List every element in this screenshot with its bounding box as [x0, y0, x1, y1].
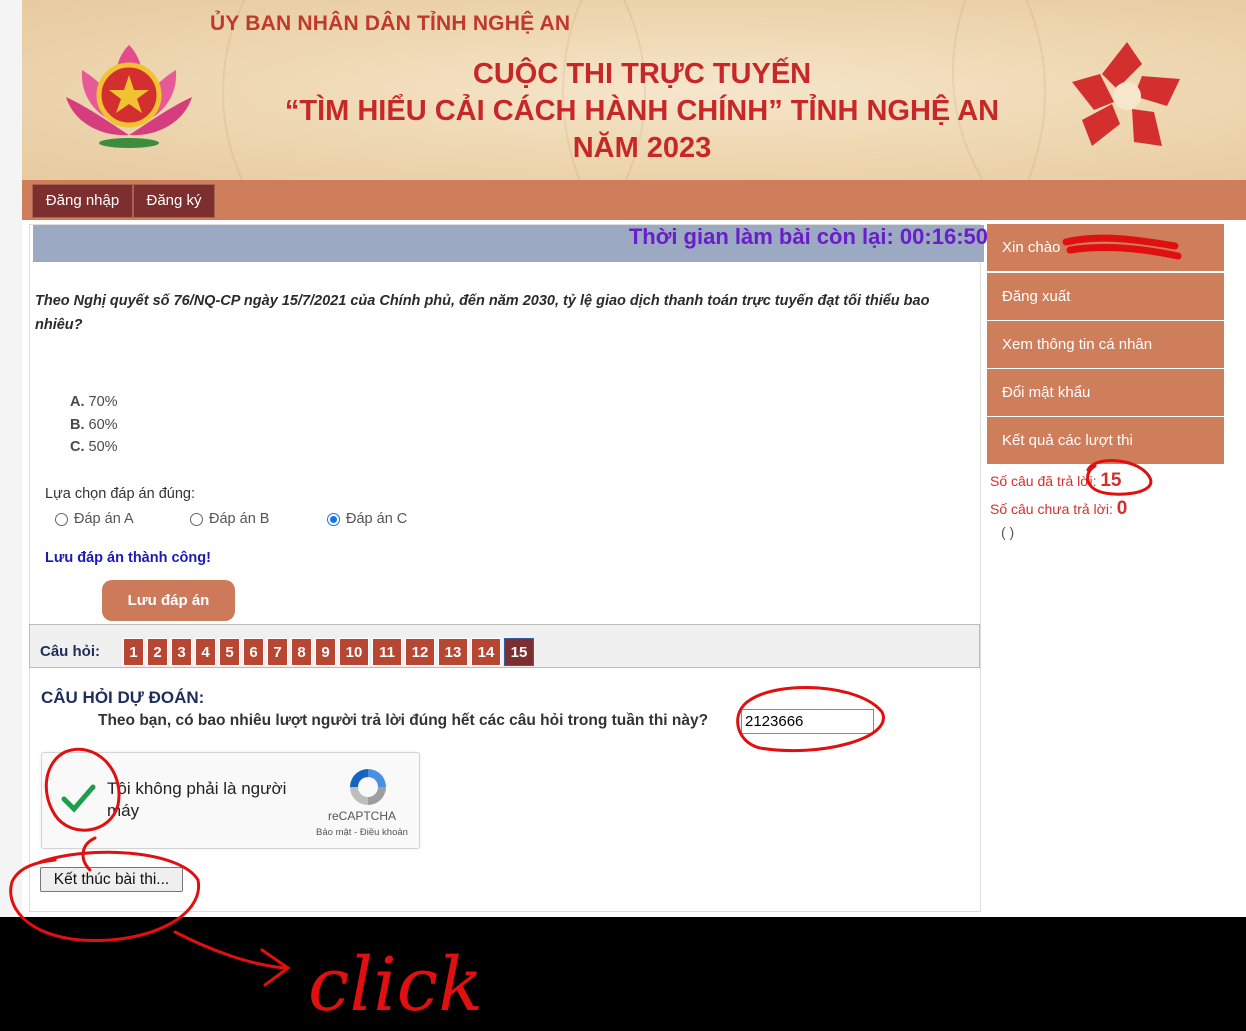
question-number-12[interactable]: 12: [405, 638, 435, 666]
radio-button-selected[interactable]: [327, 512, 340, 526]
question-number-8[interactable]: 8: [291, 638, 312, 666]
radio-answer-c[interactable]: Đáp án C: [327, 511, 407, 527]
question-number-3[interactable]: 3: [171, 638, 192, 666]
question-number-1[interactable]: 1: [123, 638, 144, 666]
greeting-text: Xin chào: [1002, 239, 1061, 256]
left-margin: [0, 0, 22, 917]
option-key: B.: [70, 417, 85, 433]
unanswered-label: Số câu chưa trả lời:: [990, 501, 1113, 517]
option-value: 60%: [88, 417, 118, 433]
question-number-2[interactable]: 2: [147, 638, 168, 666]
radio-label: Đáp án C: [346, 511, 408, 527]
option-key: A.: [70, 394, 85, 410]
sidebar-item-profile[interactable]: Xem thông tin cá nhân: [987, 321, 1224, 368]
radio-button[interactable]: [55, 512, 68, 526]
banner-title: CUỘC THI TRỰC TUYẾN “TÌM HIỂU CẢI CÁCH H…: [262, 56, 1022, 167]
question-number-7[interactable]: 7: [267, 638, 288, 666]
recaptcha-brand: reCAPTCHA: [327, 809, 396, 823]
checkmark-icon: [61, 784, 96, 813]
option-key: C.: [70, 439, 85, 455]
question-number-9[interactable]: 9: [315, 638, 336, 666]
option-value: 50%: [88, 439, 118, 455]
question-number-13[interactable]: 13: [438, 638, 468, 666]
question-number-5[interactable]: 5: [219, 638, 240, 666]
banner-title-line2: “TÌM HIỂU CẢI CÁCH HÀNH CHÍNH” TỈNH NGHỆ…: [284, 95, 1000, 127]
unanswered-stat: Số câu chưa trả lời: 0: [990, 498, 1127, 520]
save-answer-button[interactable]: Lưu đáp án: [102, 580, 235, 621]
answered-stat: Số câu đã trả lời: 15: [990, 470, 1122, 492]
radio-label: Đáp án B: [209, 511, 270, 527]
sidebar-greeting: Xin chào: [987, 224, 1224, 271]
banner: ỦY BAN NHÂN DÂN TỈNH NGHỆ AN CUỘC THI TR…: [22, 0, 1246, 180]
banner-title-line3: NĂM 2023: [572, 132, 712, 164]
radio-answer-b[interactable]: Đáp án B: [190, 511, 269, 527]
question-number-6[interactable]: 6: [243, 638, 264, 666]
page: ỦY BAN NHÂN DÂN TỈNH NGHỆ AN CUỘC THI TR…: [0, 0, 1246, 917]
question-number-4[interactable]: 4: [195, 638, 216, 666]
recaptcha-logo-icon: [346, 765, 390, 814]
question-text: Theo Nghị quyết số 76/NQ-CP ngày 15/7/20…: [35, 293, 930, 333]
option-c: C. 50%: [70, 439, 118, 455]
question-number-11[interactable]: 11: [372, 638, 402, 666]
sidebar-item-change-password[interactable]: Đổi mật khẩu: [987, 369, 1224, 416]
answered-count: 15: [1100, 470, 1122, 491]
question-nav-label: Câu hỏi:: [40, 643, 100, 660]
banner-title-line1: CUỘC THI TRỰC TUYẾN: [472, 58, 812, 90]
recaptcha-widget: Tôi không phải là người máy reCAPTCHA Bả…: [41, 752, 420, 849]
question-number-10[interactable]: 10: [339, 638, 369, 666]
cchc-star-logo-icon: [1062, 34, 1192, 164]
question-navigator: Câu hỏi: 1 2 3 4 5 6 7 8 9 10 11 12 13 14 15: [29, 624, 980, 668]
timer-bar: Thời gian làm bài còn lại: 00:16:50: [33, 225, 988, 262]
lotus-emblem-icon: [62, 35, 197, 155]
stat-paren: ( ): [1001, 524, 1015, 540]
option-value: 70%: [88, 394, 118, 410]
recaptcha-checkbox[interactable]: [60, 780, 96, 816]
top-navbar: Đăng nhập Đăng ký: [22, 180, 1246, 220]
radio-label: Đáp án A: [74, 511, 134, 527]
prediction-title: CÂU HỎI DỰ ĐOÁN:: [41, 688, 205, 707]
prediction-question: Theo bạn, có bao nhiêu lượt người trả lờ…: [98, 712, 709, 729]
question-number-15[interactable]: 15: [504, 638, 534, 666]
register-button[interactable]: Đăng ký: [133, 184, 215, 218]
answered-label: Số câu đã trả lời:: [990, 473, 1097, 489]
save-success-message: Lưu đáp án thành công!: [45, 550, 211, 566]
option-b: B. 60%: [70, 417, 118, 433]
login-button[interactable]: Đăng nhập: [32, 184, 133, 218]
radio-button[interactable]: [190, 512, 203, 526]
sidebar-item-logout[interactable]: Đăng xuất: [987, 273, 1224, 320]
annotation-click-text: click: [308, 942, 483, 1028]
unanswered-count: 0: [1116, 498, 1128, 519]
question-number-14[interactable]: 14: [471, 638, 501, 666]
countdown-timer: Thời gian làm bài còn lại: 00:16:50: [628, 224, 988, 249]
banner-org: ỦY BAN NHÂN DÂN TỈNH NGHỆ AN: [210, 12, 571, 35]
prediction-input[interactable]: [741, 709, 874, 734]
recaptcha-label: Tôi không phải là người máy: [107, 779, 287, 820]
finish-exam-button[interactable]: Kết thúc bài thi...: [40, 867, 183, 892]
recaptcha-terms-link[interactable]: Bảo mật - Điều khoản: [302, 827, 422, 838]
option-a: A. 70%: [70, 394, 118, 410]
answer-choice-label: Lựa chọn đáp án đúng:: [45, 486, 195, 502]
radio-answer-a[interactable]: Đáp án A: [55, 511, 134, 527]
sidebar-item-results[interactable]: Kết quả các lượt thi: [987, 417, 1224, 464]
